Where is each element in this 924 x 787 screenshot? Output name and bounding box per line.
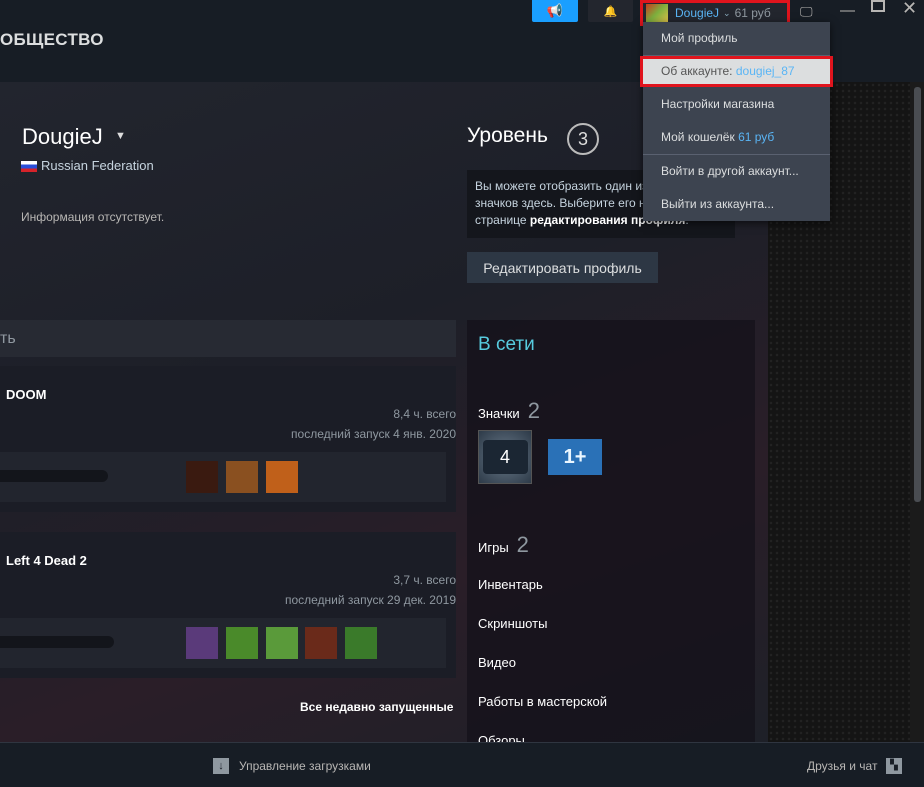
wallet-balance: 61 руб <box>738 130 775 144</box>
account-balance: 61 руб <box>734 6 771 20</box>
profile-sidebar <box>467 320 755 742</box>
achievement-icon[interactable] <box>266 461 298 493</box>
download-icon[interactable]: ↓ <box>213 758 229 774</box>
badges-link[interactable]: Значки 2 <box>478 398 540 424</box>
achievement-icon[interactable] <box>266 627 298 659</box>
manage-downloads-button[interactable]: Управление загрузками <box>239 759 371 773</box>
menu-item-sign-out[interactable]: Выйти из аккаунта... <box>643 188 830 221</box>
achievement-progress <box>0 470 108 482</box>
recent-activity-header: ть <box>0 320 456 357</box>
level-label: Уровень <box>467 124 548 147</box>
russia-flag-icon <box>21 161 37 172</box>
close-button[interactable]: ✕ <box>902 0 917 19</box>
menu-item-label: Об аккаунте: <box>661 64 736 78</box>
level-badge: 3 <box>567 123 599 155</box>
badge-label: 4 <box>482 440 528 474</box>
games-label: Игры <box>478 540 509 555</box>
badges-label: Значки <box>478 406 520 421</box>
menu-item-wallet[interactable]: Мой кошелёк 61 руб <box>643 121 830 154</box>
profile-summary: Информация отсутствует. <box>21 210 165 224</box>
avatar <box>646 4 668 22</box>
badge[interactable]: 4 <box>478 430 532 484</box>
scrollbar-thumb[interactable] <box>914 87 921 502</box>
profile-country: Russian Federation <box>41 158 154 173</box>
game-hours: 8,4 ч. всего <box>393 407 456 421</box>
notifications-button[interactable]: 🔔 <box>588 0 633 22</box>
account-name: DougieJ <box>675 6 720 20</box>
big-picture-icon[interactable]: 🖵 <box>800 4 813 20</box>
menu-item-label: Мой кошелёк <box>661 130 739 144</box>
achievement-icon[interactable] <box>345 627 377 659</box>
online-status: В сети <box>478 334 535 355</box>
achievement-icon[interactable] <box>305 627 337 659</box>
bottom-bar <box>0 742 924 787</box>
friends-icon[interactable]: ▚ <box>886 758 902 774</box>
profile-name[interactable]: DougieJ <box>22 124 103 150</box>
screenshots-link[interactable]: Скриншоты <box>478 616 547 631</box>
inventory-link[interactable]: Инвентарь <box>478 577 543 592</box>
account-dropdown-menu: Мой профиль Об аккаунте: dougiej_87 Наст… <box>640 22 833 221</box>
achievement-icon[interactable] <box>186 627 218 659</box>
announcements-button[interactable]: 📢 <box>532 0 578 22</box>
maximize-button[interactable] <box>871 0 885 12</box>
game-name[interactable]: DOOM <box>6 387 46 402</box>
workshop-link[interactable]: Работы в мастерской <box>478 694 607 709</box>
badge[interactable]: 1+ <box>548 439 602 475</box>
menu-item-store-preferences[interactable]: Настройки магазина <box>643 88 830 121</box>
menu-item-account-details[interactable]: Об аккаунте: dougiej_87 <box>640 56 833 87</box>
game-name[interactable]: Left 4 Dead 2 <box>6 553 87 568</box>
achievement-icon[interactable] <box>186 461 218 493</box>
game-last-played: последний запуск 29 дек. 2019 <box>284 593 456 607</box>
achievement-icon[interactable] <box>226 627 258 659</box>
level-text: странице <box>475 213 530 227</box>
game-hours: 3,7 ч. всего <box>393 573 456 587</box>
account-login: dougiej_87 <box>735 64 795 78</box>
chevron-down-icon: ⌄ <box>723 7 731 18</box>
megaphone-icon: 📢 <box>546 3 564 18</box>
minimize-button[interactable]: — <box>840 2 855 19</box>
all-recent-link[interactable]: Все недавно запущенные <box>300 700 453 714</box>
menu-item-my-profile[interactable]: Мой профиль <box>643 22 830 55</box>
games-link[interactable]: Игры 2 <box>478 532 529 558</box>
friends-chat-button[interactable]: Друзья и чат <box>807 759 877 773</box>
achievement-icon[interactable] <box>226 461 258 493</box>
menu-item-change-account[interactable]: Войти в другой аккаунт... <box>643 155 830 188</box>
badges-count: 2 <box>527 398 540 423</box>
edit-profile-button[interactable]: Редактировать профиль <box>467 252 658 283</box>
caret-down-icon[interactable]: ▼ <box>115 130 126 142</box>
page-title[interactable]: ОБЩЕСТВО <box>0 30 104 50</box>
bell-icon: 🔔 <box>603 5 618 18</box>
games-count: 2 <box>516 532 529 557</box>
game-last-played: последний запуск 4 янв. 2020 <box>291 427 456 441</box>
videos-link[interactable]: Видео <box>478 655 516 670</box>
achievement-progress <box>0 636 114 648</box>
